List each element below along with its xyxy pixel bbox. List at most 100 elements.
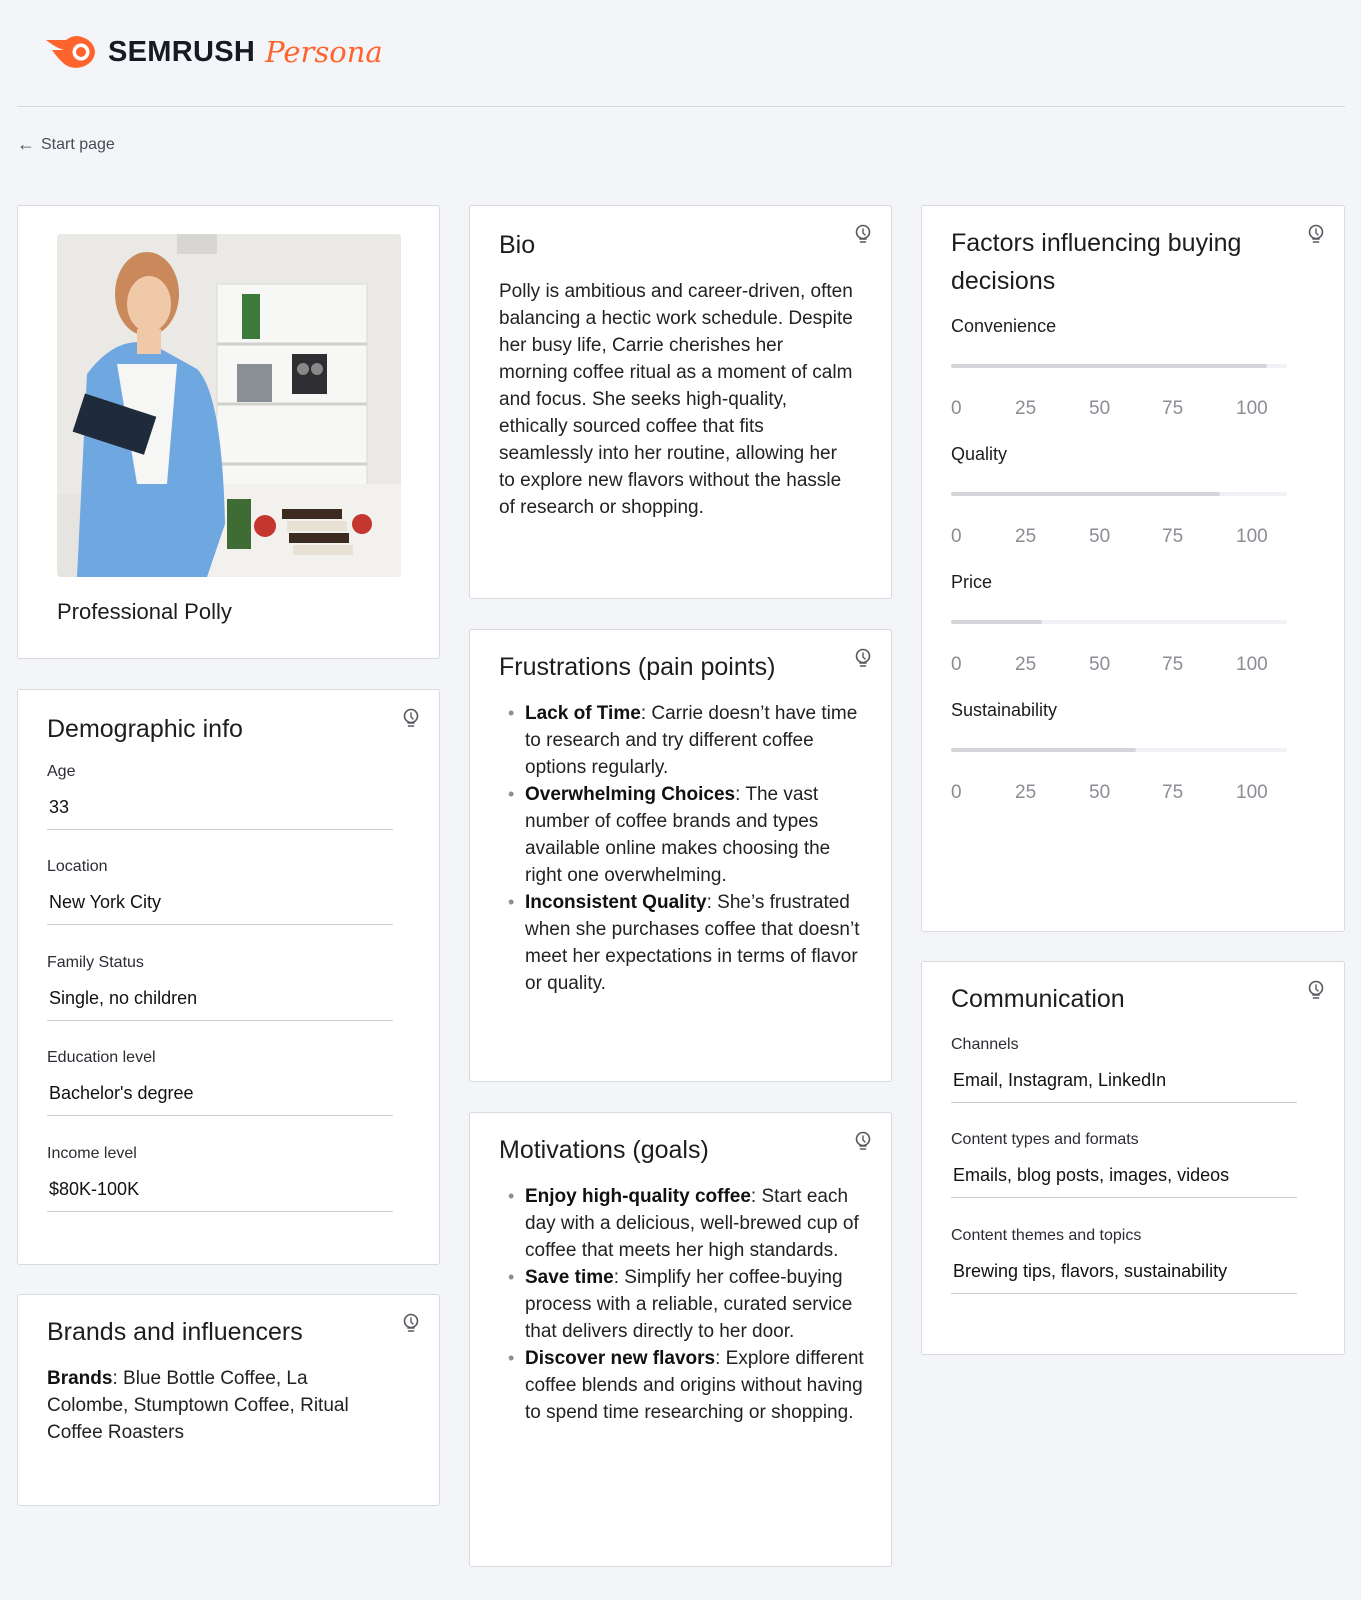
factor-label: Convenience <box>951 316 1057 336</box>
field-value: Brewing tips, flavors, sustainability <box>951 1261 1297 1294</box>
field-age: Age 33 <box>47 763 393 830</box>
field-label: Content types and formats <box>951 1131 1139 1148</box>
brands-title: Brands and influencers <box>47 1318 303 1346</box>
field-value: Email, Instagram, LinkedIn <box>951 1070 1297 1103</box>
lightbulb-hint-icon[interactable] <box>1306 224 1326 246</box>
tick-label: 100 <box>1236 398 1268 419</box>
field-label: Income level <box>47 1145 137 1162</box>
tick-label: 0 <box>951 782 962 803</box>
item-heading: Overwhelming Choices <box>525 784 736 805</box>
tick-label: 75 <box>1162 526 1184 547</box>
persona-photo-card: Professional Polly <box>17 205 440 659</box>
tick-label: 0 <box>951 398 962 419</box>
list-item: Enjoy high-quality coffee: Start each da… <box>487 1183 867 1264</box>
lightbulb-hint-icon[interactable] <box>853 1131 873 1153</box>
lightbulb-hint-icon[interactable] <box>853 224 873 246</box>
factor-bar-track <box>951 492 1287 496</box>
scale-ticks: 0 25 50 75 100 <box>951 398 1291 422</box>
field-income: Income level $80K-100K <box>47 1145 393 1212</box>
bio-text: Polly is ambitious and career-driven, of… <box>499 281 853 518</box>
field-education: Education level Bachelor's degree <box>47 1049 393 1116</box>
field-value: Bachelor's degree <box>47 1083 393 1116</box>
demographic-title: Demographic info <box>47 715 243 743</box>
field-value: Single, no children <box>47 988 393 1021</box>
tick-label: 75 <box>1162 398 1184 419</box>
buying-factors-card: Factors influencing buying decisions Con… <box>921 205 1345 932</box>
tick-label: 50 <box>1089 526 1111 547</box>
factor-label: Price <box>951 572 993 592</box>
persona-name: Professional Polly <box>57 599 232 624</box>
lightbulb-hint-icon[interactable] <box>401 708 421 730</box>
tick-label: 50 <box>1089 654 1111 675</box>
motivations-list: Enjoy high-quality coffee: Start each da… <box>487 1183 867 1426</box>
item-heading: Enjoy high-quality coffee <box>525 1186 751 1207</box>
tick-label: 75 <box>1162 654 1184 675</box>
persona-photo <box>57 234 401 577</box>
bio-card: Bio Polly is ambitious and career-driven… <box>469 205 892 599</box>
brands-card: Brands and influencers Brands: Blue Bott… <box>17 1294 440 1506</box>
motivations-card: Motivations (goals) Enjoy high-quality c… <box>469 1112 892 1567</box>
factor-bar-fill <box>951 364 1267 368</box>
list-item: Inconsistent Quality: She’s frustrated w… <box>487 889 867 997</box>
product-name: Persona <box>265 35 383 69</box>
item-heading: Inconsistent Quality <box>525 892 707 913</box>
back-link-label: Start page <box>41 135 115 153</box>
field-value: Emails, blog posts, images, videos <box>951 1165 1297 1198</box>
field-family-status: Family Status Single, no children <box>47 954 393 1021</box>
factor-bar-fill <box>951 620 1042 624</box>
tick-label: 50 <box>1089 782 1111 803</box>
factor-label: Sustainability <box>951 700 1058 720</box>
brand-name: SEMRUSH <box>108 35 256 68</box>
factor-bar-track <box>951 748 1287 752</box>
semrush-fireball-icon <box>46 36 95 68</box>
frustrations-card: Frustrations (pain points) Lack of Time:… <box>469 629 892 1082</box>
field-value: 33 <box>47 797 393 830</box>
list-item: Discover new flavors: Explore different … <box>487 1345 867 1426</box>
motivations-title: Motivations (goals) <box>499 1136 709 1164</box>
bio-title: Bio <box>499 231 536 259</box>
lightbulb-hint-icon[interactable] <box>401 1313 421 1335</box>
tick-label: 100 <box>1236 526 1268 547</box>
list-item: Lack of Time: Carrie doesn’t have time t… <box>487 700 867 781</box>
field-label: Age <box>47 763 76 780</box>
tick-label: 100 <box>1236 654 1268 675</box>
factor-label: Quality <box>951 444 1008 464</box>
tick-label: 25 <box>1015 654 1037 675</box>
buying-factors-title: Factors influencing buying decisions <box>951 229 1242 295</box>
field-content-themes: Content themes and topics Brewing tips, … <box>951 1227 1297 1294</box>
tick-label: 100 <box>1236 782 1268 803</box>
field-label: Education level <box>47 1049 156 1066</box>
tick-label: 0 <box>951 526 962 547</box>
demographic-card: Demographic info Age 33 Location New Yor… <box>17 689 440 1265</box>
field-value: New York City <box>47 892 393 925</box>
frustrations-title: Frustrations (pain points) <box>499 653 776 681</box>
app-header: SEMRUSH Persona <box>44 28 383 76</box>
tick-label: 25 <box>1015 398 1037 419</box>
field-location: Location New York City <box>47 858 393 925</box>
tick-label: 0 <box>951 654 962 675</box>
field-value: $80K-100K <box>47 1179 393 1212</box>
tick-label: 75 <box>1162 782 1184 803</box>
lightbulb-hint-icon[interactable] <box>853 648 873 670</box>
scale-ticks: 0 25 50 75 100 <box>951 654 1291 678</box>
factor-bar-fill <box>951 492 1220 496</box>
back-to-start-link[interactable]: ← Start page <box>17 134 115 155</box>
field-content-types: Content types and formats Emails, blog p… <box>951 1131 1297 1198</box>
factor-bar-track <box>951 364 1287 368</box>
lightbulb-hint-icon[interactable] <box>1306 980 1326 1002</box>
list-item: Overwhelming Choices: The vast number of… <box>487 781 867 889</box>
scale-ticks: 0 25 50 75 100 <box>951 526 1291 550</box>
arrow-left-icon: ← <box>17 134 35 154</box>
field-label: Family Status <box>47 954 144 971</box>
header-divider <box>17 106 1345 107</box>
factor-bar-track <box>951 620 1287 624</box>
brands-label: Brands <box>47 1368 113 1389</box>
factor-price: Price 0 25 50 75 100 <box>951 572 1291 678</box>
tick-label: 25 <box>1015 782 1037 803</box>
factor-convenience: Convenience 0 25 50 75 100 <box>951 316 1291 422</box>
field-label: Content themes and topics <box>951 1227 1142 1244</box>
frustrations-list: Lack of Time: Carrie doesn’t have time t… <box>487 700 867 997</box>
tick-label: 50 <box>1089 398 1111 419</box>
field-label: Channels <box>951 1036 1019 1053</box>
communication-title: Communication <box>951 985 1125 1013</box>
